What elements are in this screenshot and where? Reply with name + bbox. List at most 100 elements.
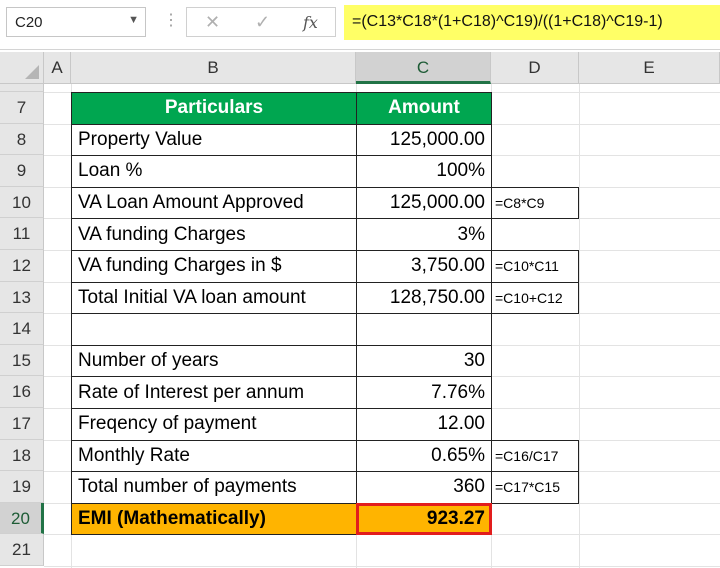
- amount-text: 125,000.00: [389, 192, 485, 214]
- amount-cell[interactable]: 12.00: [356, 408, 492, 441]
- amount-text: 0.65%: [431, 444, 485, 466]
- name-box[interactable]: C20 ▼: [6, 7, 146, 37]
- grid-line: [44, 566, 720, 567]
- header-particulars-text: Particulars: [164, 97, 264, 119]
- row-header-8[interactable]: 8: [0, 123, 44, 156]
- particular-cell[interactable]: Rate of Interest per annum: [71, 376, 357, 409]
- column-header-c[interactable]: C: [356, 52, 491, 84]
- formula-note-cell[interactable]: =C8*C9: [491, 186, 579, 220]
- amount-text: 128,750.00: [389, 286, 485, 308]
- amount-text: 3,750.00: [411, 255, 485, 277]
- row-header-9[interactable]: 9: [0, 155, 44, 187]
- header-particulars[interactable]: Particulars: [71, 92, 357, 125]
- row-header-21[interactable]: 21: [0, 534, 44, 566]
- row-header-18[interactable]: 18: [0, 439, 44, 472]
- row-header-partial: [0, 84, 44, 92]
- row-header-20[interactable]: 20: [0, 502, 44, 535]
- formula-buttons: ✕ ✓ fx: [186, 7, 336, 37]
- formula-note-cell[interactable]: =C10*C11: [491, 250, 579, 283]
- particular-cell[interactable]: Total number of payments: [71, 471, 357, 504]
- formula-note-text: =C17*C15: [495, 479, 560, 496]
- particular-text: Rate of Interest per annum: [78, 381, 305, 403]
- formula-note-text: =C10+C12: [495, 289, 563, 306]
- formula-bar: C20 ▼ ⋮ ✕ ✓ fx =(C13*C18*(1+C18)^C19)/((…: [0, 0, 720, 50]
- amount-text: 923.27: [426, 508, 485, 530]
- amount-text: 30: [463, 350, 485, 372]
- amount-text: 12.00: [437, 413, 485, 435]
- amount-cell[interactable]: 3%: [356, 218, 492, 251]
- particular-text: VA funding Charges in $: [78, 255, 282, 277]
- amount-text: 7.76%: [431, 381, 485, 403]
- name-box-value: C20: [15, 14, 43, 31]
- emi-label-cell[interactable]: EMI (Mathematically): [71, 502, 357, 536]
- grid-line: [579, 84, 580, 568]
- header-amount-text: Amount: [388, 97, 460, 119]
- formula-note-cell[interactable]: =C16/C17: [491, 439, 579, 473]
- particular-text: Total number of payments: [78, 476, 297, 498]
- particular-cell[interactable]: VA funding Charges in $: [71, 250, 357, 283]
- row-header-7[interactable]: 7: [0, 92, 44, 124]
- formula-note-text: =C8*C9: [495, 195, 545, 212]
- particular-cell[interactable]: Property Value: [71, 123, 357, 157]
- formula-note-text: =C10*C11: [495, 258, 559, 275]
- column-header-e[interactable]: E: [579, 52, 720, 84]
- enter-icon[interactable]: ✓: [255, 12, 270, 33]
- row-header-15[interactable]: 15: [0, 344, 44, 377]
- amount-text: 3%: [457, 223, 485, 245]
- column-header-a[interactable]: A: [44, 52, 71, 84]
- amount-cell[interactable]: 0.65%: [356, 439, 492, 473]
- row-header-12[interactable]: 12: [0, 250, 44, 282]
- formula-input[interactable]: =(C13*C18*(1+C18)^C19)/((1+C18)^C19-1): [344, 5, 720, 40]
- amount-text: 125,000.00: [389, 128, 485, 150]
- particular-text: EMI (Mathematically): [78, 508, 266, 530]
- particular-text: Freqency of payment: [78, 413, 257, 435]
- particular-text: Number of years: [78, 350, 219, 372]
- amount-cell[interactable]: 3,750.00: [356, 250, 492, 283]
- more-options-icon: ⋮: [163, 12, 179, 29]
- insert-function-icon[interactable]: fx: [303, 13, 318, 32]
- particular-text: Property Value: [78, 128, 203, 150]
- cancel-icon[interactable]: ✕: [205, 12, 220, 33]
- formula-text: =(C13*C18*(1+C18)^C19)/((1+C18)^C19-1): [352, 13, 663, 30]
- particular-cell[interactable]: [71, 313, 357, 346]
- amount-cell[interactable]: 125,000.00: [356, 123, 492, 157]
- select-all-icon: [25, 65, 39, 79]
- amount-cell[interactable]: 360: [356, 471, 492, 504]
- particular-text: VA Loan Amount Approved: [78, 192, 304, 214]
- row-header-13[interactable]: 13: [0, 281, 44, 314]
- particular-text: Total Initial VA loan amount: [78, 286, 306, 308]
- particular-text: VA funding Charges: [78, 223, 246, 245]
- column-header-b[interactable]: B: [71, 52, 356, 84]
- row-header-16[interactable]: 16: [0, 376, 44, 408]
- row-header-10[interactable]: 10: [0, 186, 44, 219]
- amount-text: 360: [453, 476, 485, 498]
- row-header-19[interactable]: 19: [0, 471, 44, 503]
- formula-note-text: =C16/C17: [495, 447, 559, 464]
- formula-note-cell[interactable]: =C10+C12: [491, 281, 579, 315]
- particular-cell[interactable]: Number of years: [71, 344, 357, 378]
- amount-cell[interactable]: 100%: [356, 155, 492, 188]
- amount-cell[interactable]: 7.76%: [356, 376, 492, 409]
- particular-cell[interactable]: Monthly Rate: [71, 439, 357, 473]
- row-header-14[interactable]: 14: [0, 313, 44, 345]
- particular-cell[interactable]: VA funding Charges: [71, 218, 357, 251]
- amount-cell[interactable]: [356, 313, 492, 346]
- formula-note-cell[interactable]: =C17*C15: [491, 471, 579, 504]
- particular-cell[interactable]: Total Initial VA loan amount: [71, 281, 357, 315]
- emi-value-cell[interactable]: 923.27: [356, 502, 492, 536]
- particular-text: Monthly Rate: [78, 444, 190, 466]
- row-header-17[interactable]: 17: [0, 408, 44, 440]
- amount-text: 100%: [436, 160, 485, 182]
- particular-cell[interactable]: Freqency of payment: [71, 408, 357, 441]
- amount-cell[interactable]: 125,000.00: [356, 186, 492, 220]
- particular-text: Loan %: [78, 160, 143, 182]
- column-header-d[interactable]: D: [491, 52, 579, 84]
- row-header-11[interactable]: 11: [0, 218, 44, 250]
- amount-cell[interactable]: 30: [356, 344, 492, 378]
- chevron-down-icon[interactable]: ▼: [128, 14, 139, 26]
- select-all-corner[interactable]: [0, 52, 44, 84]
- header-amount[interactable]: Amount: [356, 92, 492, 125]
- particular-cell[interactable]: Loan %: [71, 155, 357, 188]
- amount-cell[interactable]: 128,750.00: [356, 281, 492, 315]
- particular-cell[interactable]: VA Loan Amount Approved: [71, 186, 357, 220]
